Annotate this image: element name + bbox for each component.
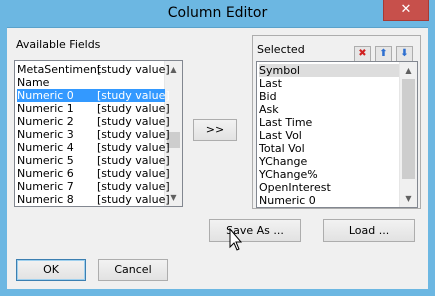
selected-field-item[interactable]: Ask: [259, 103, 399, 116]
available-field-item[interactable]: Numeric 0 [study value]: [17, 89, 170, 102]
available-field-item[interactable]: Numeric 4 [study value]: [17, 141, 170, 154]
available-fields-label: Available Fields: [16, 38, 101, 51]
close-button[interactable]: ✕: [383, 0, 429, 21]
available-field-item[interactable]: Numeric 8 [study value]: [17, 193, 170, 206]
available-field-item[interactable]: Numeric 2 [study value]: [17, 115, 170, 128]
scroll-down-arrow-icon[interactable]: ▼: [400, 190, 417, 207]
field-type: [study value]: [97, 154, 170, 167]
selected-field-item[interactable]: YChange: [259, 155, 399, 168]
title-bar: Column Editor ✕: [0, 0, 435, 28]
selected-scrollbar[interactable]: ▲ ▼: [399, 62, 417, 207]
available-fields-list[interactable]: ▲ ▼ MetaSentiment [study value] Name Numeri…: [14, 60, 183, 207]
selected-fields-list[interactable]: ▲ ▼ Symbol Last Bid Ask Last Time Last Vol Tot…: [256, 61, 418, 208]
available-field-item[interactable]: Numeric 6 [study value]: [17, 167, 170, 180]
available-field-item[interactable]: Numeric 5 [study value]: [17, 154, 170, 167]
selected-field-item[interactable]: OpenInterest: [259, 181, 399, 194]
red-x-icon: ✖: [358, 48, 367, 59]
field-type: [study value]: [97, 102, 170, 115]
add-field-button[interactable]: >>: [193, 119, 237, 141]
field-type: [study value]: [97, 141, 170, 154]
arrow-up-icon: ⬆: [379, 48, 388, 59]
selected-field-item[interactable]: Last Time: [259, 116, 399, 129]
selected-field-item[interactable]: Numeric 0: [259, 194, 399, 207]
field-name: Numeric 2: [17, 115, 74, 128]
mouse-cursor-icon: [229, 228, 243, 251]
field-name: Numeric 1: [17, 102, 74, 115]
load-button[interactable]: Load ...: [323, 219, 415, 242]
field-name: Numeric 4: [17, 141, 74, 154]
selected-label: Selected: [257, 43, 305, 56]
selected-group: Selected ✖ ⬆ ⬇ ▲ ▼ Symbol Last Bid Ask Last …: [252, 35, 421, 209]
available-field-item[interactable]: Name: [17, 76, 165, 89]
window-title: Column Editor: [167, 5, 268, 21]
field-name: Numeric 6: [17, 167, 74, 180]
move-up-button[interactable]: ⬆: [375, 46, 392, 62]
delete-field-button[interactable]: ✖: [354, 46, 371, 62]
available-field-item[interactable]: Numeric 3 [study value]: [17, 128, 170, 141]
field-type: [study value]: [97, 128, 170, 141]
selected-field-item[interactable]: Symbol: [259, 64, 399, 77]
close-icon: ✕: [400, 2, 412, 17]
field-name: Numeric 3: [17, 128, 74, 141]
selected-field-item[interactable]: YChange%: [259, 168, 399, 181]
arrow-down-icon: ⬇: [400, 48, 409, 59]
field-type: [study value]: [97, 115, 170, 128]
selected-field-item[interactable]: Last: [259, 77, 399, 90]
ok-button[interactable]: OK: [16, 259, 86, 281]
available-field-item[interactable]: MetaSentiment [study value]: [17, 63, 170, 76]
move-down-button[interactable]: ⬇: [396, 46, 413, 62]
field-type: [study value]: [97, 180, 170, 193]
selected-field-item[interactable]: Bid: [259, 90, 399, 103]
save-as-button[interactable]: Save As ...: [209, 219, 301, 242]
field-type: [study value]: [97, 63, 170, 76]
field-name: Numeric 0: [17, 89, 74, 102]
field-name: Numeric 8: [17, 193, 74, 206]
available-field-item[interactable]: Numeric 1 [study value]: [17, 102, 170, 115]
field-name: MetaSentiment: [17, 63, 102, 76]
scroll-up-arrow-icon[interactable]: ▲: [400, 62, 417, 79]
cancel-button[interactable]: Cancel: [98, 259, 168, 281]
scroll-thumb[interactable]: [402, 79, 415, 179]
selected-field-item[interactable]: Last Vol: [259, 129, 399, 142]
available-field-item[interactable]: Numeric 7 [study value]: [17, 180, 170, 193]
field-name: Numeric 7: [17, 180, 74, 193]
field-name: Name: [17, 76, 50, 89]
field-name: Numeric 5: [17, 154, 74, 167]
field-type: [study value]: [97, 193, 170, 206]
field-type: [study value]: [97, 167, 170, 180]
selected-field-item[interactable]: Total Vol: [259, 142, 399, 155]
field-type: [study value]: [97, 89, 170, 102]
